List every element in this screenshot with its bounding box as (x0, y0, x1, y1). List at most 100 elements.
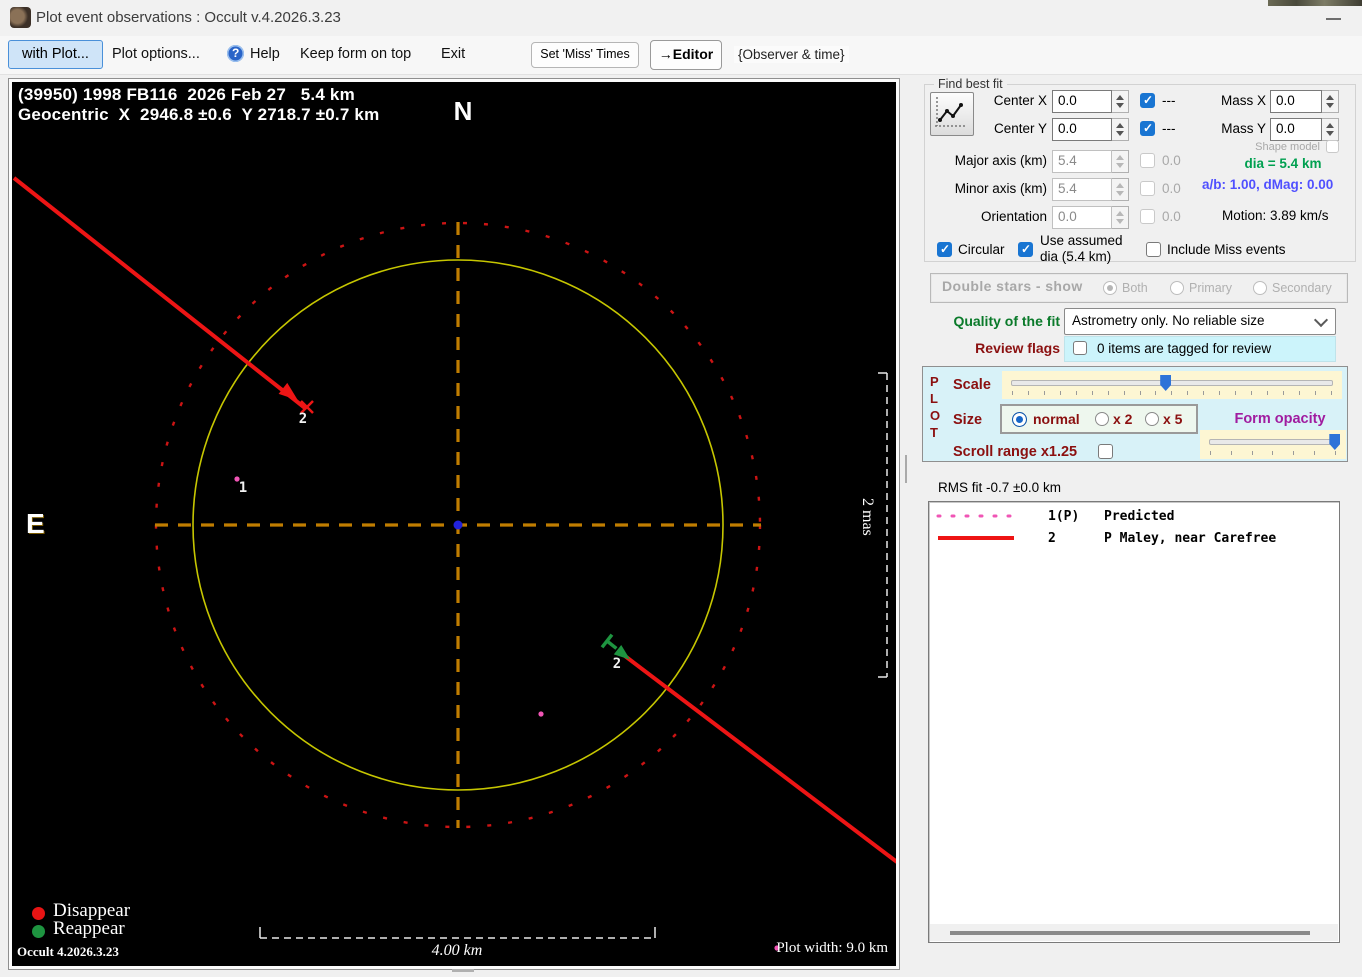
double-stars-both-radio[interactable] (1103, 281, 1117, 295)
slider-tick (1230, 451, 1232, 455)
spin-down-icon[interactable] (1326, 103, 1334, 108)
minor-axis-flag: 0.0 (1162, 181, 1181, 196)
occultation-plot[interactable]: 1 2 2 (39950) 1998 FB116 2026 Feb 27 5.4 k… (12, 82, 896, 966)
form-opacity-slider[interactable] (1200, 430, 1346, 459)
slider-tick (1334, 451, 1336, 455)
scale-slider[interactable] (1002, 371, 1342, 399)
scroll-range-checkbox[interactable] (1098, 444, 1113, 459)
bottom-scroll-handle[interactable] (452, 969, 474, 972)
spin-up-icon[interactable] (1326, 95, 1334, 100)
shape-model-label: Shape model (1255, 141, 1320, 153)
size-label: Size (953, 412, 983, 428)
observer-time-label[interactable]: {Observer & time} (734, 46, 849, 63)
observation-name: P Maley, near Carefree (1104, 530, 1277, 546)
mass-y-label: Mass Y (1221, 121, 1266, 136)
motion-label: Motion: 3.89 km/s (1222, 208, 1329, 223)
scale-slider-thumb[interactable] (1160, 375, 1172, 391)
mass-y-spinner[interactable] (1322, 118, 1339, 141)
major-axis-flag: 0.0 (1162, 153, 1181, 168)
center-y-input[interactable]: 0.0 (1052, 118, 1112, 141)
center-x-flag: --- (1162, 93, 1176, 108)
slider-tick (1171, 391, 1173, 395)
size-x2-radio[interactable] (1095, 412, 1109, 426)
center-y-spinner[interactable] (1112, 118, 1129, 141)
size-normal-radio[interactable] (1012, 412, 1027, 427)
observation-id: 1(P) (1048, 508, 1080, 524)
mass-y-input[interactable]: 0.0 (1270, 118, 1322, 141)
reappear-dot-icon (32, 925, 45, 938)
spin-up-icon[interactable] (1116, 95, 1124, 100)
slider-tick (1251, 391, 1253, 395)
plot-header-line1: (39950) 1998 FB116 2026 Feb 27 5.4 km (18, 85, 355, 104)
form-opacity-thumb[interactable] (1329, 434, 1341, 450)
splitter-handle[interactable] (905, 455, 907, 483)
slider-tick (1012, 391, 1013, 395)
mass-x-input[interactable]: 0.0 (1270, 90, 1322, 113)
mass-x-spinner[interactable] (1322, 90, 1339, 113)
center-y-fit-checkbox[interactable] (1140, 121, 1155, 136)
editor-button[interactable]: →Editor (650, 40, 722, 70)
help-icon[interactable] (227, 45, 244, 62)
km-scale-bar (259, 927, 656, 939)
predicted-dot (538, 711, 544, 717)
double-stars-primary-radio[interactable] (1170, 281, 1184, 295)
fit-graph-button[interactable] (930, 92, 974, 136)
center-y-flag: --- (1162, 121, 1176, 136)
plot-vertical-t: T (930, 425, 938, 440)
slider-tick (1043, 391, 1045, 395)
use-assumed-dia-checkbox[interactable] (1018, 242, 1033, 257)
observation-line-sample (938, 536, 1014, 540)
plot-options-menu-item[interactable]: Plot options... (112, 46, 200, 62)
scale-slider-track[interactable] (1011, 380, 1333, 386)
orientation-flag: 0.0 (1162, 209, 1181, 224)
slider-tick (1075, 391, 1077, 395)
scroll-range-label: Scroll range x1.25 (953, 444, 1078, 460)
size-x5-radio[interactable] (1145, 412, 1159, 426)
observations-scrollbar-thumb[interactable] (950, 931, 1310, 935)
observations-scrollbar[interactable] (930, 924, 1338, 941)
ab-dmag-label: a/b: 1.00, dMag: 0.00 (1202, 177, 1334, 192)
observation-row[interactable]: 1(P) Predicted (929, 508, 1339, 524)
spin-up-icon[interactable] (1116, 123, 1124, 128)
quality-of-fit-select[interactable]: Astrometry only. No reliable size (1064, 308, 1336, 335)
slider-tick (1267, 391, 1268, 395)
quality-of-fit-value: Astrometry only. No reliable size (1072, 313, 1265, 328)
plot-vertical-o: O (930, 408, 941, 423)
observations-list[interactable]: 1(P) Predicted 2 P Maley, near Carefree (928, 501, 1340, 943)
help-menu-item[interactable]: Help (250, 46, 280, 62)
spin-down-icon[interactable] (1116, 131, 1124, 136)
minimize-icon (1326, 18, 1341, 20)
include-miss-events-label: Include Miss events (1167, 242, 1286, 257)
keep-form-on-top-menu-item[interactable]: Keep form on top (300, 46, 411, 62)
with-plot-menu-button[interactable]: with Plot... (8, 40, 103, 69)
slider-tick (1187, 391, 1189, 395)
shape-model-checkbox[interactable] (1326, 140, 1339, 153)
title-bar: Plot event observations : Occult v.4.202… (0, 0, 1362, 36)
scale-slider-ticks (1012, 391, 1332, 396)
observation-row[interactable]: 2 P Maley, near Carefree (929, 530, 1339, 546)
north-label: N (453, 96, 473, 126)
app-icon (10, 7, 31, 28)
spin-down-icon[interactable] (1326, 131, 1334, 136)
include-miss-events-checkbox[interactable] (1146, 242, 1161, 257)
exit-menu-item[interactable]: Exit (441, 46, 465, 62)
review-flags-checkbox[interactable] (1073, 341, 1087, 355)
circular-checkbox[interactable] (937, 242, 952, 257)
review-flags-text: 0 items are tagged for review (1097, 341, 1272, 356)
center-x-input[interactable]: 0.0 (1052, 90, 1112, 113)
slider-tick (1059, 391, 1061, 395)
minimize-button[interactable] (1316, 8, 1350, 30)
chevron-down-icon (1313, 312, 1329, 328)
spin-down-icon[interactable] (1116, 103, 1124, 108)
center-x-spinner[interactable] (1112, 90, 1129, 113)
scale-label: Scale (953, 377, 991, 393)
spin-down-icon (1116, 163, 1124, 168)
center-x-label: Center X (993, 93, 1047, 108)
quality-of-fit-label: Quality of the fit (953, 313, 1060, 329)
set-miss-times-button[interactable]: Set 'Miss' Times (531, 42, 639, 68)
form-opacity-track[interactable] (1209, 439, 1337, 445)
major-axis-checkbox (1140, 153, 1155, 168)
center-x-fit-checkbox[interactable] (1140, 93, 1155, 108)
double-stars-secondary-radio[interactable] (1253, 281, 1267, 295)
spin-up-icon[interactable] (1326, 123, 1334, 128)
